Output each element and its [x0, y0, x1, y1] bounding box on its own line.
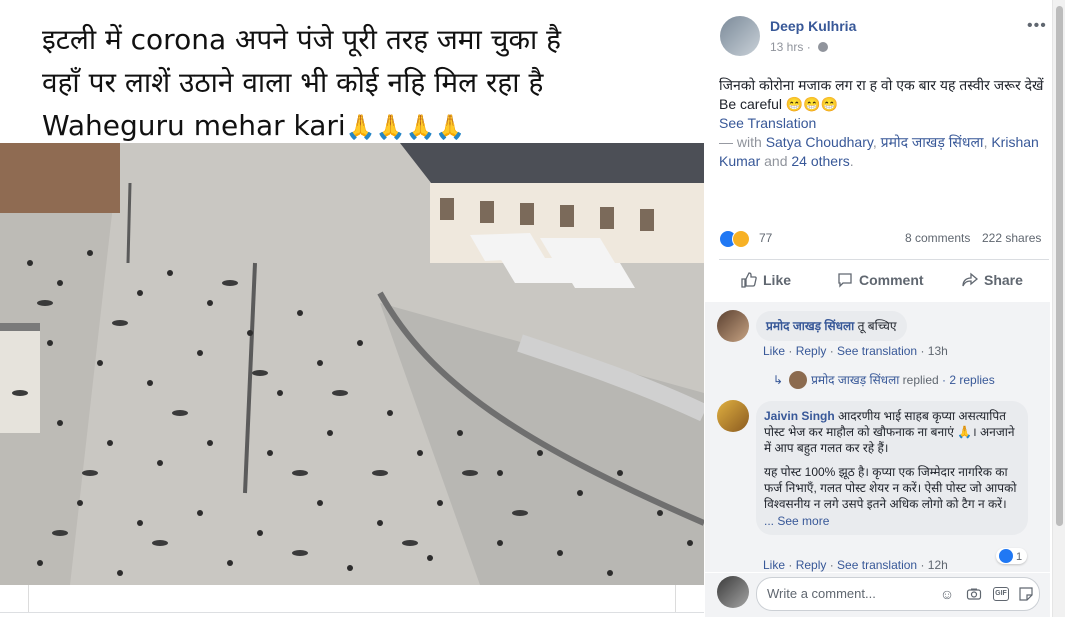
comments-count[interactable]: 8 comments: [905, 231, 970, 245]
post-text-line-2: Be careful 😁😁😁: [719, 96, 839, 112]
share-icon: [962, 272, 978, 287]
caption-line-1: इटली में corona अपने पंजे पूरी तरह जमा च…: [42, 23, 561, 56]
like-reaction-icon: [999, 549, 1013, 563]
comment-reply-link[interactable]: Reply: [796, 558, 827, 572]
sticker-icon[interactable]: [1018, 586, 1034, 602]
comments-section: प्रमोद जाखड़ सिंधला तू बच्चिए Like · Rep…: [705, 302, 1050, 572]
tag-period: .: [849, 153, 854, 169]
comment-time[interactable]: 12h: [928, 558, 948, 572]
replies-link[interactable]: ↳ प्रमोद जाखड़ सिंधला replied · 2 replies: [773, 371, 995, 389]
share-button[interactable]: Share: [962, 264, 1023, 296]
reaction-summary: 77 8 comments 222 shares: [719, 228, 1049, 250]
like-button[interactable]: Like: [741, 264, 791, 296]
replied-label: replied: [902, 373, 939, 387]
author-avatar[interactable]: [720, 16, 760, 56]
tag-user-2[interactable]: प्रमोद जाखड़ सिंधला: [881, 134, 984, 150]
commenter-avatar[interactable]: [717, 400, 749, 432]
actions-divider-top: [719, 259, 1049, 260]
reply-arrow-icon: ↳: [773, 373, 784, 387]
tag-user-1[interactable]: Satya Choudhary: [766, 134, 873, 150]
scrollbar-thumb[interactable]: [1056, 6, 1063, 526]
prayer-emoji: 🙏🙏🙏🙏: [345, 113, 466, 141]
author-name[interactable]: Deep Kulhria: [770, 18, 856, 34]
sad-reaction-icon: [732, 230, 750, 248]
tag-others-link[interactable]: 24 others: [791, 153, 849, 169]
comment-like-link[interactable]: Like: [763, 558, 785, 572]
gif-icon[interactable]: GIF: [993, 587, 1009, 601]
see-more-link[interactable]: ... See more: [764, 513, 1018, 529]
shares-count[interactable]: 222 shares: [982, 231, 1041, 245]
post-sidebar: Deep Kulhria 13 hrs · ••• जिनको कोरोना म…: [705, 0, 1050, 617]
post-text-line-1: जिनको कोरोना मजाक लग रा ह वो एक बार यह त…: [719, 77, 1044, 93]
like-label: Like: [763, 272, 792, 288]
square-scene-illustration: [0, 143, 704, 585]
reply-count: 2 replies: [949, 373, 995, 387]
comment-reply-link[interactable]: Reply: [796, 344, 827, 358]
comment-like-badge[interactable]: 1: [996, 548, 1028, 564]
comment-bubble: Jaivin Singh आदरणीय भाई साहब कृप्या असत्…: [756, 401, 1028, 535]
caption-line-3: Waheguru mehar kari: [42, 109, 346, 142]
comment-text: तू बच्चिए: [857, 319, 897, 333]
commenter-name[interactable]: Jaivin Singh: [764, 409, 835, 423]
see-translation-link[interactable]: See Translation: [719, 114, 1049, 133]
comment-meta: Like · Reply · See translation · 12h: [763, 558, 948, 572]
comment-translate-link[interactable]: See translation: [837, 344, 917, 358]
current-user-avatar: [717, 576, 749, 608]
comment-like-count: 1: [1016, 551, 1023, 563]
comment-composer: Write a comment... ☺ GIF: [705, 573, 1050, 617]
share-label: Share: [984, 272, 1023, 288]
camera-icon[interactable]: [966, 586, 982, 602]
image-caption: इटली में corona अपने पंजे पूरी तरह जमा च…: [42, 18, 682, 149]
comment-bubble: प्रमोद जाखड़ सिंधला तू बच्चिए: [756, 311, 907, 341]
comment-translate-link[interactable]: See translation: [837, 558, 917, 572]
comment-label: Comment: [859, 272, 924, 288]
comment-icon: [838, 273, 852, 288]
commenter-name[interactable]: प्रमोद जाखड़ सिंधला: [766, 319, 854, 333]
and-label: and: [760, 153, 792, 169]
reply-author: प्रमोद जाखड़ सिंधला: [811, 373, 900, 387]
comment-time[interactable]: 13h: [928, 344, 948, 358]
comment-like-link[interactable]: Like: [763, 344, 785, 358]
globe-icon: [818, 42, 829, 52]
caption-line-2: वहाँ पर लाशें उठाने वाला भी कोई नहि मिल …: [42, 66, 544, 99]
viewer-frame-left: [28, 585, 29, 612]
commenter-avatar[interactable]: [717, 310, 749, 342]
post-actions: Like Comment Share: [719, 264, 1049, 296]
scrollbar[interactable]: [1052, 0, 1065, 617]
comment-input[interactable]: Write a comment... ☺ GIF: [756, 577, 1040, 611]
comment-button[interactable]: Comment: [837, 264, 924, 296]
comment-text-part-2: यह पोस्ट 100% झूठ है। कृप्या एक जिम्मेदा…: [764, 465, 1017, 511]
aerial-square-photo: [0, 143, 704, 585]
emoji-icon[interactable]: ☺: [939, 586, 955, 602]
post-image[interactable]: इटली में corona अपने पंजे पूरी तरह जमा च…: [0, 0, 704, 613]
post-time[interactable]: 13 hrs: [770, 40, 803, 54]
viewer-frame-right: [675, 585, 676, 612]
reply-author-avatar: [789, 371, 808, 389]
reaction-count[interactable]: 77: [759, 231, 772, 245]
photo-viewer[interactable]: इटली में corona अपने पंजे पूरी तरह जमा च…: [0, 0, 704, 617]
post-meta: 13 hrs ·: [770, 40, 829, 54]
comment-meta: Like · Reply · See translation · 13h: [763, 344, 948, 358]
thumbs-up-icon: [741, 272, 757, 288]
comment-input-placeholder: Write a comment...: [767, 586, 876, 601]
post-text: जिनको कोरोना मजाक लग रा ह वो एक बार यह त…: [719, 76, 1049, 171]
with-prefix: — with: [719, 134, 766, 150]
more-options-icon[interactable]: •••: [1027, 17, 1047, 35]
